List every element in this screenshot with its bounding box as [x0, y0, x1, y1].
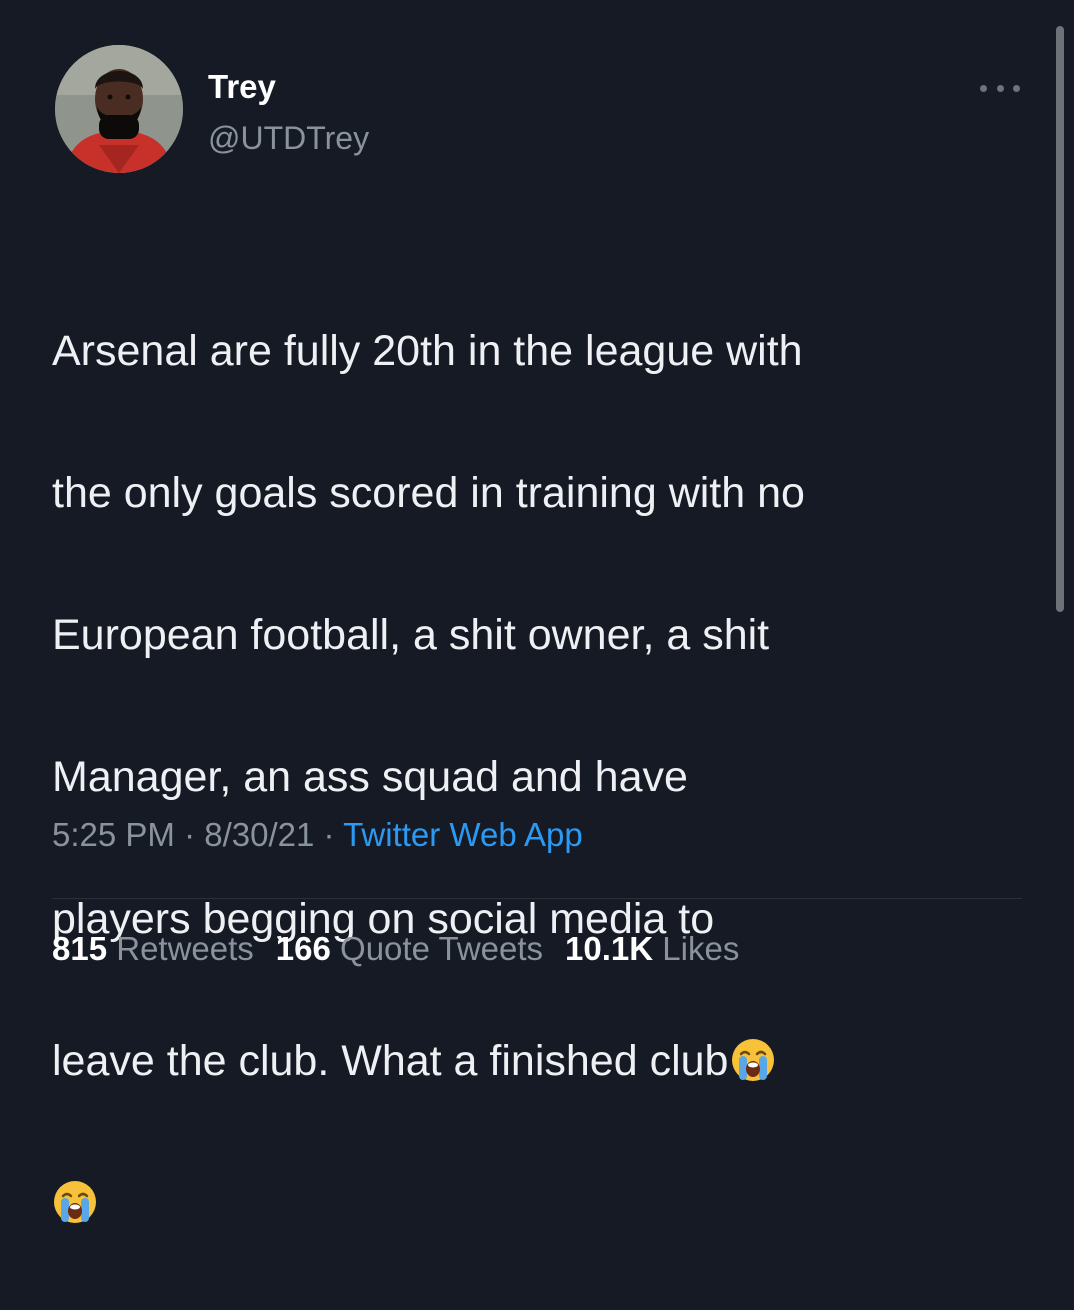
tweet-date[interactable]: 8/30/21	[204, 816, 314, 853]
retweets-stat[interactable]: 815 Retweets	[52, 930, 254, 967]
tweet-stats: 815 Retweets 166 Quote Tweets 10.1K Likes	[52, 930, 739, 968]
tweet-line: European football, a shit owner, a shit	[52, 611, 770, 659]
tweet-line-last: leave the club. What a finished club	[52, 1026, 1032, 1097]
tweet-line: the only goals scored in training with n…	[52, 469, 805, 517]
tweet-source-link[interactable]: Twitter Web App	[343, 816, 583, 853]
retweets-label: Retweets	[116, 930, 254, 967]
likes-count: 10.1K	[565, 930, 654, 967]
scrollbar[interactable]	[1056, 26, 1064, 612]
more-dot	[1013, 84, 1020, 92]
quote-tweets-label: Quote Tweets	[340, 930, 544, 967]
likes-stat[interactable]: 10.1K Likes	[565, 930, 739, 967]
divider	[52, 898, 1022, 899]
loudly-crying-face-icon	[54, 1181, 96, 1223]
tweet-meta: 5:25 PM · 8/30/21 · Twitter Web App	[52, 816, 583, 854]
tweet-time[interactable]: 5:25 PM	[52, 816, 175, 853]
meta-separator: ·	[314, 816, 344, 853]
author-display-name[interactable]: Trey	[208, 70, 276, 103]
author-handle[interactable]: @UTDTrey	[208, 122, 369, 154]
avatar-photo-icon	[55, 45, 183, 173]
quote-tweets-count: 166	[275, 930, 331, 967]
tweet-line: Arsenal are fully 20th in the league wit…	[52, 327, 803, 375]
avatar[interactable]	[55, 45, 183, 173]
tweet-line-text: leave the club. What a finished club	[52, 1037, 729, 1085]
loudly-crying-face-icon	[732, 1039, 775, 1081]
meta-separator: ·	[174, 816, 205, 853]
more-dot	[980, 84, 987, 92]
tweet-line-emoji	[52, 1168, 1032, 1239]
quote-tweets-stat[interactable]: 166 Quote Tweets	[276, 930, 543, 967]
more-dot	[996, 84, 1004, 92]
likes-label: Likes	[662, 930, 740, 967]
more-options-icon[interactable]	[980, 78, 1020, 98]
tweet-text: Arsenal are fully 20th in the league wit…	[52, 245, 1032, 1310]
tweet-line: Manager, an ass squad and have	[52, 753, 688, 801]
tweet-card: Trey @UTDTrey Arsenal are fully 20th in …	[0, 0, 1074, 1223]
retweets-count: 815	[52, 930, 108, 967]
